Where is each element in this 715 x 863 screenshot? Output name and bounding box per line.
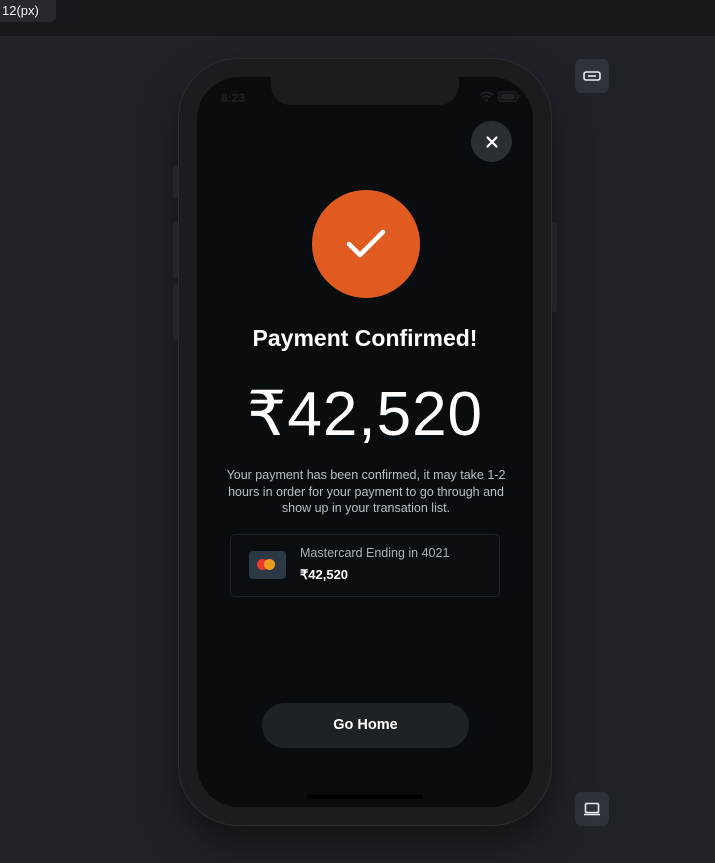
payment-method-card: Mastercard Ending in 4021 ₹42,520 bbox=[230, 534, 500, 597]
volume-up-button bbox=[173, 222, 178, 278]
checkmark-icon bbox=[346, 229, 386, 258]
laptop-icon bbox=[584, 802, 600, 816]
confirmation-description: Your payment has been confirmed, it may … bbox=[226, 468, 506, 515]
card-label: Mastercard Ending in 4021 bbox=[300, 546, 450, 560]
device-view-button[interactable] bbox=[575, 792, 609, 826]
battery-icon bbox=[498, 91, 520, 102]
go-home-button[interactable]: Go Home bbox=[262, 703, 469, 748]
home-indicator bbox=[307, 795, 423, 799]
volume-down-button bbox=[173, 284, 178, 340]
payment-amount: ₹42,520 bbox=[246, 380, 484, 449]
phone-screen: 8:23 Payment Confirmed! ₹42,520 Your pay… bbox=[197, 77, 533, 807]
card-amount: ₹42,520 bbox=[300, 567, 349, 582]
notch bbox=[271, 77, 459, 105]
landscape-device-icon bbox=[583, 71, 601, 81]
close-icon bbox=[485, 135, 498, 148]
phone-frame: 8:23 Payment Confirmed! ₹42,520 Your pay… bbox=[173, 58, 557, 826]
mute-switch bbox=[173, 166, 178, 198]
wifi-icon bbox=[479, 91, 494, 102]
power-button bbox=[552, 222, 557, 312]
mastercard-logo-icon bbox=[249, 551, 286, 579]
status-time: 8:23 bbox=[221, 91, 246, 105]
success-badge bbox=[312, 190, 420, 298]
close-button[interactable] bbox=[471, 121, 512, 162]
top-toolbar: 12(px) bbox=[0, 0, 715, 36]
size-indicator: 12(px) bbox=[0, 0, 56, 22]
confirmation-title: Payment Confirmed! bbox=[252, 325, 478, 351]
status-icons bbox=[479, 91, 520, 102]
rotate-device-button[interactable] bbox=[575, 59, 609, 93]
